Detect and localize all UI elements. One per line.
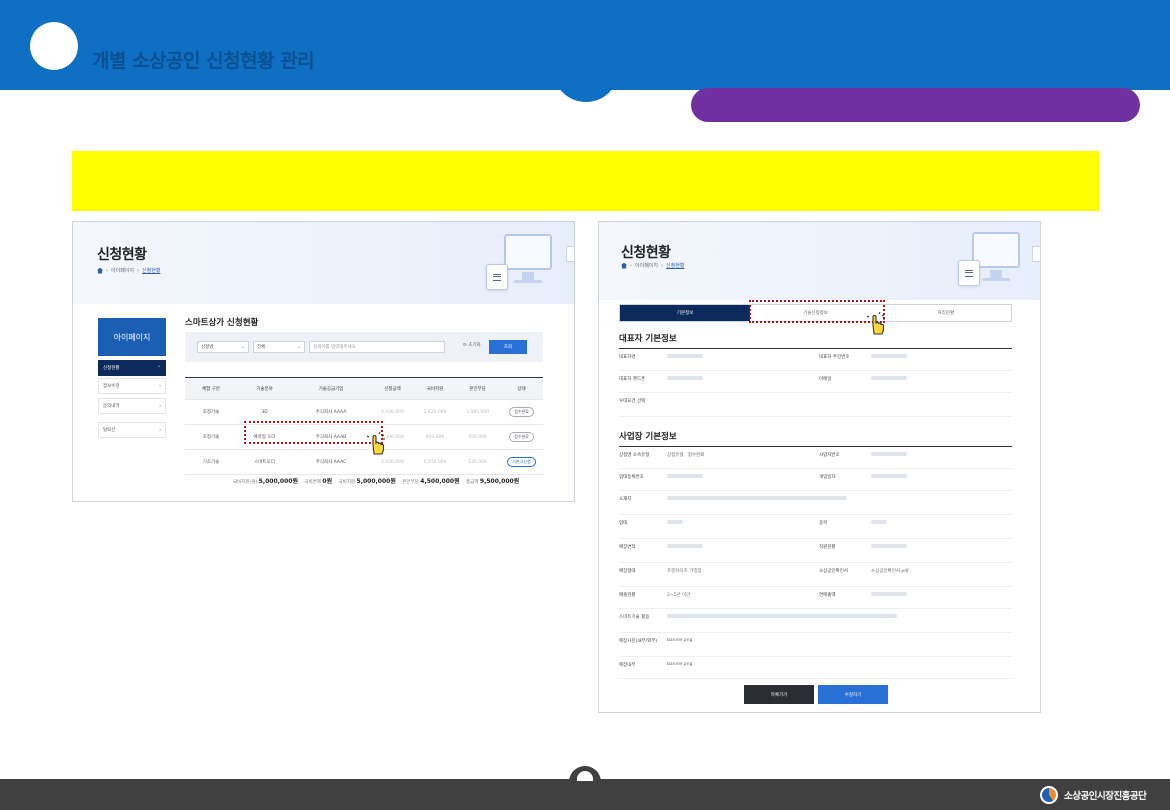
side-tab-icon[interactable] [1032,246,1040,262]
table-header-row: 체험 구분 기술분야 기술공급기업 신청금액 국비지원 본인부담 상태 [185,378,543,400]
status-badge[interactable]: 기본고신청 [507,457,536,467]
form-row: 상점명 소속유형 상점유형 · 접수완료 사업자번호 [619,447,1012,469]
section-title: 스마트상가 신청현황 [185,318,259,328]
section-title: 대표자 기본정보 [619,334,677,344]
page-hero: 신청현황 › 아이페이지 › 신청현황 [599,222,1040,300]
page-title: 신청현황 [621,245,671,261]
form-row: 스마트기술 활용 [619,609,1012,633]
chevron-right-icon: › [159,383,161,389]
home-icon[interactable] [621,262,627,269]
slide: 개별 소상공인 신청현황 관리 신청현황 › 아이페이지 › 신청현황 아이페이… [0,0,1170,810]
purple-label-bar [691,88,1140,122]
sidebar-item-withdraw[interactable]: 탈퇴신 › [98,422,166,438]
page-title: 신청현황 [97,247,147,263]
chevron-down-icon: ⌄ [297,344,301,350]
form-row: 소재지 [619,491,1012,515]
category-select[interactable]: 신청명 ⌄ [197,341,249,353]
click-highlight-frame [244,421,383,444]
section-title: 사업장 기본정보 [619,432,677,442]
org-logo: 소상공인시장진흥공단 [1040,786,1147,804]
status-badge[interactable]: 접수완료 [509,407,534,417]
edit-button[interactable]: 수정하기 [818,685,888,704]
footer-bump-inner [577,771,593,781]
search-bar: 신청명 ⌄ 전체 ⌄ 검색어를 입력해주세요 ⟳ 초기화 조회 [185,332,543,362]
form-row: 대표자명 대표자 주민번호 [619,349,1012,371]
form-row: 매장내부 banner.png [619,657,1012,679]
form-row: 대표자 핸드폰 이메일 [619,371,1012,393]
form-row: 매장사진(내부/외부) banner.png [619,633,1012,657]
slide-title: 개별 소상공인 신청현황 관리 [92,50,315,72]
totals-summary: 국비지원(원) 5,000,000원 국비면제 0원 국비지원 5,000,00… [233,478,520,485]
pointer-hand-icon [866,312,885,335]
download-file-link[interactable]: banner.png [667,638,693,643]
breadcrumb-current: 신청현황 [666,263,685,269]
breadcrumb: › 아이페이지 › 신청현황 [621,262,684,269]
search-button[interactable]: 조회 [489,340,527,354]
footer-band [0,779,1170,810]
form-row: 업태 종목 [619,515,1012,539]
sidebar-item-edit-info[interactable]: 정보수정 › [98,378,166,394]
download-file-link[interactable]: banner.png [667,662,693,667]
status-badge[interactable]: 접수완료 [509,432,534,442]
menu-card-icon [486,264,508,290]
pointer-hand-icon [366,432,385,455]
breadcrumb: › 아이페이지 › 신청현황 [97,267,160,274]
application-detail-screenshot: 신청현황 › 아이페이지 › 신청현황 기본정보 기술신청정보 처리현황 대표자… [598,221,1041,713]
sidebar-item-status[interactable]: 신청현황 ⌃ [98,360,166,376]
highlight-note-box [72,151,1099,211]
breadcrumb-item[interactable]: 아이페이지 [111,267,134,274]
header-bump-decoration [553,60,619,102]
org-logo-icon [1040,786,1058,804]
side-tab-icon[interactable] [566,246,574,262]
sidebar-item-inquiries[interactable]: 문의내역 › [98,398,166,414]
chevron-up-icon: ⌃ [157,365,161,371]
back-to-list-button[interactable]: 목록가기 [744,685,814,704]
sidebar-header: 아이페이지 [98,318,166,356]
menu-card-icon [958,260,980,286]
form-row: 매출현황 2~5년 미만 연매출액 [619,587,1012,609]
home-icon[interactable] [97,267,103,274]
search-input[interactable]: 검색어를 입력해주세요 [309,341,445,353]
org-name: 소상공인시장진흥공단 [1064,791,1147,802]
form-row: 매장형태 프랜차이즈 가맹점 소상공인확인서 소상공인확인서.pdf [619,563,1012,587]
application-list-screenshot: 신청현황 › 아이페이지 › 신청현황 아이페이지 신청현황 ⌃ 정보수정 › 문의… [72,221,575,502]
chevron-right-icon: › [159,403,161,409]
download-file-link[interactable]: 소상공인확인서.pdf [871,568,909,574]
header-circle-decoration [30,22,78,70]
status-select[interactable]: 전체 ⌄ [253,341,305,353]
tab-processing-status[interactable]: 처리현황 [880,305,1011,321]
breadcrumb-item[interactable]: 아이페이지 [635,262,658,269]
table-row[interactable]: 기초기술 스마트오더 주식회사 AAAC 5,200,000 5,070,000… [185,450,543,475]
chevron-right-icon: › [159,427,161,433]
form-row: 매장면적 직원현황 [619,539,1012,563]
chevron-down-icon: ⌄ [241,344,245,350]
form-row: 우대요건 선택 [619,393,1012,417]
reset-button[interactable]: ⟳ 초기화 [463,342,481,348]
page-hero: 신청현황 › 아이페이지 › 신청현황 [73,222,574,304]
breadcrumb-current: 신청현황 [142,268,161,274]
tab-basic-info[interactable]: 기본정보 [620,305,751,321]
form-row: 업태등록번호 개업일자 [619,469,1012,491]
